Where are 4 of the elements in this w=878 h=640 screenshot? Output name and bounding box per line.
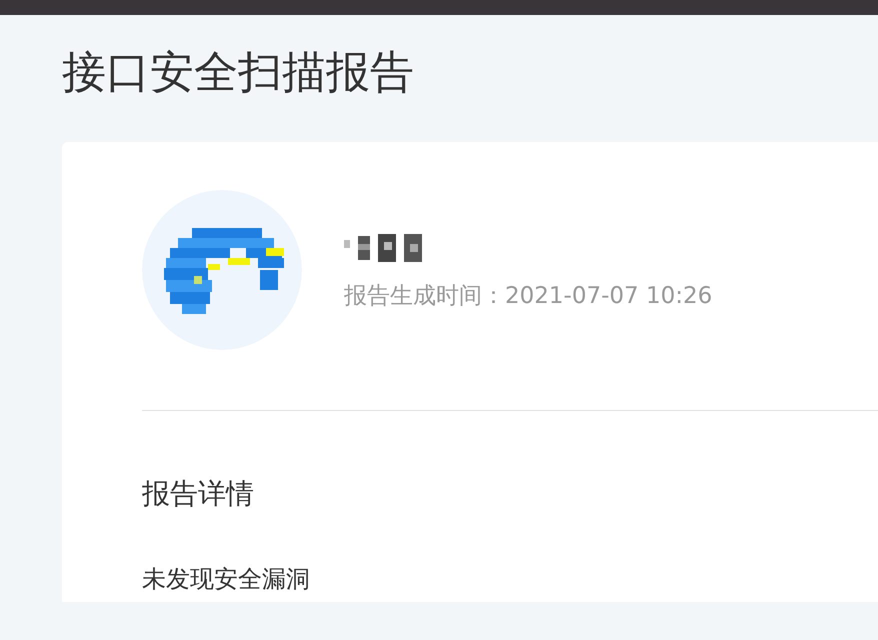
- report-time: 报告生成时间：2021-07-07 10:26: [344, 282, 712, 311]
- result-text: 未发现安全漏洞: [142, 564, 311, 595]
- section-title: 报告详情: [142, 476, 255, 512]
- page-title: 接口安全扫描报告: [62, 46, 415, 100]
